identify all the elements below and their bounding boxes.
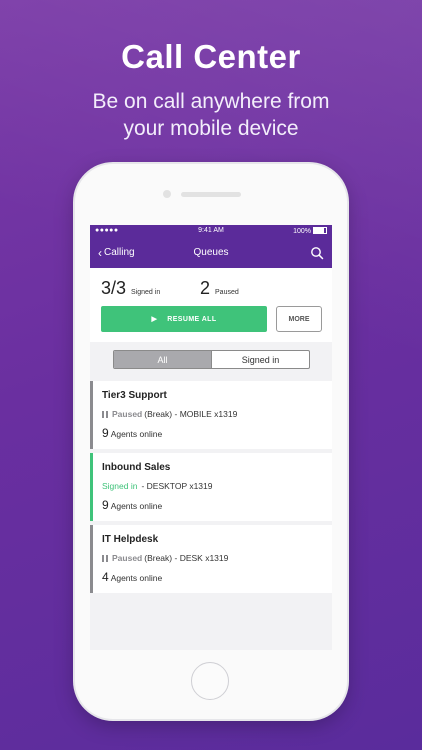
paused-count: 2 — [200, 278, 211, 298]
queue-card-inbound-sales[interactable]: Inbound Sales Signed in - DESKTOP x1319 … — [90, 453, 332, 521]
pause-icon — [102, 554, 108, 562]
agents-label: Agents online — [110, 429, 163, 439]
earpiece — [181, 192, 241, 197]
tab-all[interactable]: All — [114, 351, 212, 368]
paused-label: Paused — [215, 289, 239, 296]
battery-percent: 100% — [293, 228, 311, 235]
queue-status: Paused (Break) - MOBILE x1319 — [102, 409, 237, 419]
resume-all-label: RESUME ALL — [167, 315, 217, 323]
queue-name: IT Helpdesk — [102, 534, 159, 545]
page-title: Queues — [193, 247, 229, 258]
nav-bar: ‹ Calling Queues — [90, 238, 332, 268]
status-text: Paused — [112, 409, 143, 419]
promo-subtitle: Be on call anywhere from your mobile dev… — [0, 88, 422, 142]
queue-summary: 3/3 Signed in 2 Paused ▶ RESUME ALL MORE — [90, 268, 332, 342]
signed-in-stat: 3/3 Signed in — [101, 278, 160, 299]
agents-label: Agents online — [110, 573, 163, 583]
more-button[interactable]: MORE — [276, 306, 322, 332]
signed-in-count: 3/3 — [101, 278, 127, 298]
status-stripe — [90, 453, 93, 521]
pause-icon — [102, 410, 108, 418]
queue-name: Inbound Sales — [102, 462, 171, 473]
queue-card-tier3-support[interactable]: Tier3 Support Paused (Break) - MOBILE x1… — [90, 381, 332, 449]
agents-label: Agents online — [110, 501, 163, 511]
app-screen: ●●●●● 9:41 AM 100% ‹ Calling Queues 3/3 … — [90, 225, 332, 650]
paused-stat: 2 Paused — [200, 278, 239, 299]
status-text: Signed in — [102, 481, 138, 491]
search-icon[interactable] — [310, 246, 324, 260]
signed-in-label: Signed in — [131, 289, 161, 296]
queue-filter: All Signed in — [113, 350, 310, 369]
battery-indicator: 100% — [293, 227, 327, 235]
status-stripe — [90, 381, 93, 449]
device-text: - MOBILE x1319 — [174, 409, 238, 419]
promo-title: Call Center — [121, 38, 301, 75]
device-text: - DESKTOP x1319 — [141, 481, 213, 491]
resume-all-button[interactable]: ▶ RESUME ALL — [101, 306, 267, 332]
queue-status: Signed in - DESKTOP x1319 — [102, 481, 212, 491]
agents-count: 9 — [102, 426, 109, 440]
agents-count: 4 — [102, 570, 109, 584]
phone-frame: ●●●●● 9:41 AM 100% ‹ Calling Queues 3/3 … — [75, 164, 347, 719]
agents-online: 9 Agents online — [102, 426, 162, 440]
camera — [163, 190, 171, 198]
agents-online: 9 Agents online — [102, 498, 162, 512]
status-stripe — [90, 525, 93, 593]
status-text: Paused — [112, 553, 143, 563]
device-text: - DESK x1319 — [174, 553, 229, 563]
tab-signed-in[interactable]: Signed in — [212, 351, 309, 368]
queue-card-it-helpdesk[interactable]: IT Helpdesk Paused (Break) - DESK x1319 … — [90, 525, 332, 593]
queue-status: Paused (Break) - DESK x1319 — [102, 553, 228, 563]
promo-subtitle-line1: Be on call anywhere from — [92, 90, 330, 113]
agents-online: 4 Agents online — [102, 570, 162, 584]
battery-icon — [313, 227, 327, 234]
status-reason: (Break) — [144, 409, 173, 419]
status-reason: (Break) — [144, 553, 173, 563]
home-button[interactable] — [191, 662, 229, 700]
queue-name: Tier3 Support — [102, 390, 167, 401]
promo-subtitle-line2: your mobile device — [123, 117, 299, 140]
status-bar: ●●●●● 9:41 AM 100% — [90, 225, 332, 238]
play-icon: ▶ — [151, 316, 158, 323]
agents-count: 9 — [102, 498, 109, 512]
